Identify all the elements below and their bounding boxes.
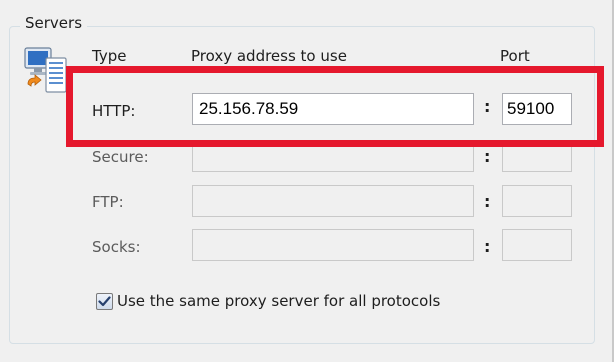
ftp-port-input[interactable] [502, 185, 572, 217]
http-row-highlight [66, 66, 604, 147]
socks-label: Socks: [92, 238, 141, 256]
socks-port-input[interactable] [502, 229, 572, 261]
same-proxy-checkbox[interactable] [96, 292, 113, 310]
socks-port-separator: : [484, 237, 491, 256]
checkmark-icon [98, 295, 111, 306]
secure-port-separator: : [484, 147, 491, 166]
servers-group-title: Servers [20, 13, 88, 33]
address-column-header: Proxy address to use [191, 47, 347, 65]
type-column-header: Type [92, 47, 127, 65]
socks-address-input[interactable] [192, 229, 474, 261]
ftp-port-separator: : [484, 192, 491, 211]
port-column-header: Port [500, 47, 530, 65]
same-proxy-label: Use the same proxy server for all protoc… [117, 292, 441, 310]
ftp-label: FTP: [92, 193, 124, 211]
servers-network-icon [24, 47, 67, 93]
ftp-address-input[interactable] [192, 185, 474, 217]
secure-label: Secure: [92, 148, 149, 166]
same-proxy-option[interactable]: Use the same proxy server for all protoc… [96, 291, 440, 311]
